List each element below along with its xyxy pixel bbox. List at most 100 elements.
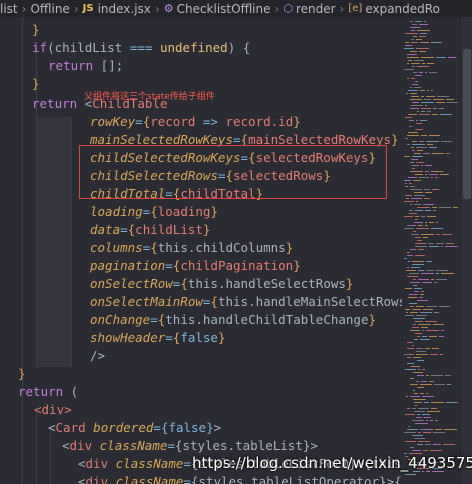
minimap-line: [421, 381, 427, 382]
prop-value: loading: [157, 204, 211, 219]
minimap-line: [415, 129, 423, 130]
scrollbar-thumb[interactable]: [463, 49, 471, 199]
minimap-line: [421, 327, 428, 328]
minimap-line: [424, 402, 429, 403]
minimap-line: [413, 399, 426, 400]
chevron-right-icon: ›: [73, 1, 79, 16]
chevron-right-icon: ›: [339, 1, 345, 16]
chevron-right-icon: ›: [154, 1, 160, 16]
minimap-line: [411, 30, 415, 31]
minimap-line: [418, 441, 430, 442]
code-token: if: [32, 40, 48, 55]
minimap-line: [422, 369, 425, 370]
breadcrumb-item-method[interactable]: ⬡ render: [283, 2, 335, 16]
minimap-line: [411, 234, 419, 235]
minimap-line: [408, 114, 417, 115]
minimap-line: [433, 324, 444, 325]
minimap-line: [426, 261, 432, 262]
minimap-line: [409, 303, 417, 304]
minimap-line: [405, 42, 409, 43]
minimap[interactable]: [402, 17, 460, 484]
minimap-line: [410, 51, 417, 52]
annotation-highlight-box: [79, 145, 387, 199]
minimap-line: [409, 126, 412, 127]
indent-highlight: [37, 117, 71, 367]
minimap-line: [424, 417, 431, 418]
minimap-line: [435, 429, 442, 430]
breadcrumb-item-list[interactable]: list: [0, 2, 18, 16]
variable-symbol-icon: [e]: [348, 3, 363, 14]
minimap-line: [411, 63, 420, 64]
minimap-line: [416, 417, 422, 418]
code-token: bordered: [93, 420, 154, 435]
minimap-line: [412, 144, 425, 145]
minimap-line: [416, 306, 424, 307]
minimap-line: [429, 72, 437, 73]
minimap-line: [414, 393, 418, 394]
code-line: return (: [18, 383, 78, 401]
code-editor[interactable]: } if(childList === undefined) { return […: [0, 17, 402, 484]
minimap-line: [412, 420, 424, 421]
code-line: return [];: [48, 57, 123, 75]
minimap-line: [417, 336, 420, 337]
vertical-scrollbar[interactable]: [460, 17, 472, 484]
minimap-line: [441, 246, 443, 247]
minimap-line: [431, 408, 437, 409]
minimap-line: [414, 291, 419, 292]
minimap-line: [431, 90, 433, 91]
minimap-line: [406, 396, 408, 397]
minimap-line: [404, 180, 411, 181]
prop-name: columns: [90, 240, 143, 255]
equals-sign: =: [183, 474, 191, 484]
breadcrumb-item-variable[interactable]: [e] expandedRo: [348, 2, 440, 16]
minimap-line: [436, 273, 439, 274]
breadcrumb-item-class[interactable]: ⚙ ChecklistOffline: [164, 2, 271, 16]
code-line: <Card bordered={false}>: [48, 419, 221, 437]
minimap-line: [407, 363, 414, 364]
minimap-line: [440, 114, 452, 115]
minimap-line: [422, 396, 434, 397]
code-token: (childList: [47, 40, 130, 55]
minimap-line: [417, 207, 430, 208]
code-line: if(childList === undefined) {: [32, 39, 250, 57]
minimap-line: [414, 411, 425, 412]
breadcrumb-item-file[interactable]: JS index.jsx: [83, 2, 151, 16]
code-token: }: [293, 114, 301, 129]
minimap-line: [418, 249, 424, 250]
breadcrumb-item-offline[interactable]: Offline: [30, 2, 69, 16]
minimap-line: [406, 198, 409, 199]
minimap-line: [422, 282, 432, 283]
minimap-line: [418, 324, 431, 325]
minimap-line: [407, 252, 410, 253]
indent-guide: [71, 117, 72, 367]
minimap-line: [410, 396, 420, 397]
minimap-line: [406, 312, 408, 313]
minimap-line: [434, 282, 437, 283]
minimap-line: [410, 186, 415, 187]
minimap-line: [412, 261, 424, 262]
minimap-line: [432, 153, 444, 154]
prop-name: pagination: [90, 258, 166, 273]
code-token: >: [310, 438, 318, 453]
minimap-line: [429, 336, 437, 337]
code-line: }: [32, 75, 40, 93]
code-line: onChange={this.handleChildTableChange}: [90, 311, 376, 329]
minimap-line: [421, 291, 424, 292]
minimap-line: [415, 219, 418, 220]
minimap-line: [404, 156, 410, 157]
code-line: data={childList}: [90, 221, 210, 239]
minimap-line: [416, 120, 418, 121]
minimap-line: [413, 180, 421, 181]
minimap-line: [408, 426, 410, 427]
minimap-line: [405, 33, 418, 34]
prop-name: onChange: [90, 312, 151, 327]
minimap-line: [422, 330, 424, 331]
code-token: {styles.tableListOperator}: [190, 474, 387, 484]
minimap-line: [416, 39, 422, 40]
minimap-line: [421, 273, 434, 274]
prop-value: record.id: [225, 114, 294, 129]
minimap-line: [417, 300, 428, 301]
prop-name: showHeader: [90, 330, 166, 345]
minimap-line: [417, 30, 430, 31]
annotation-note: 父组件将这三个state传给子组件: [84, 92, 215, 102]
